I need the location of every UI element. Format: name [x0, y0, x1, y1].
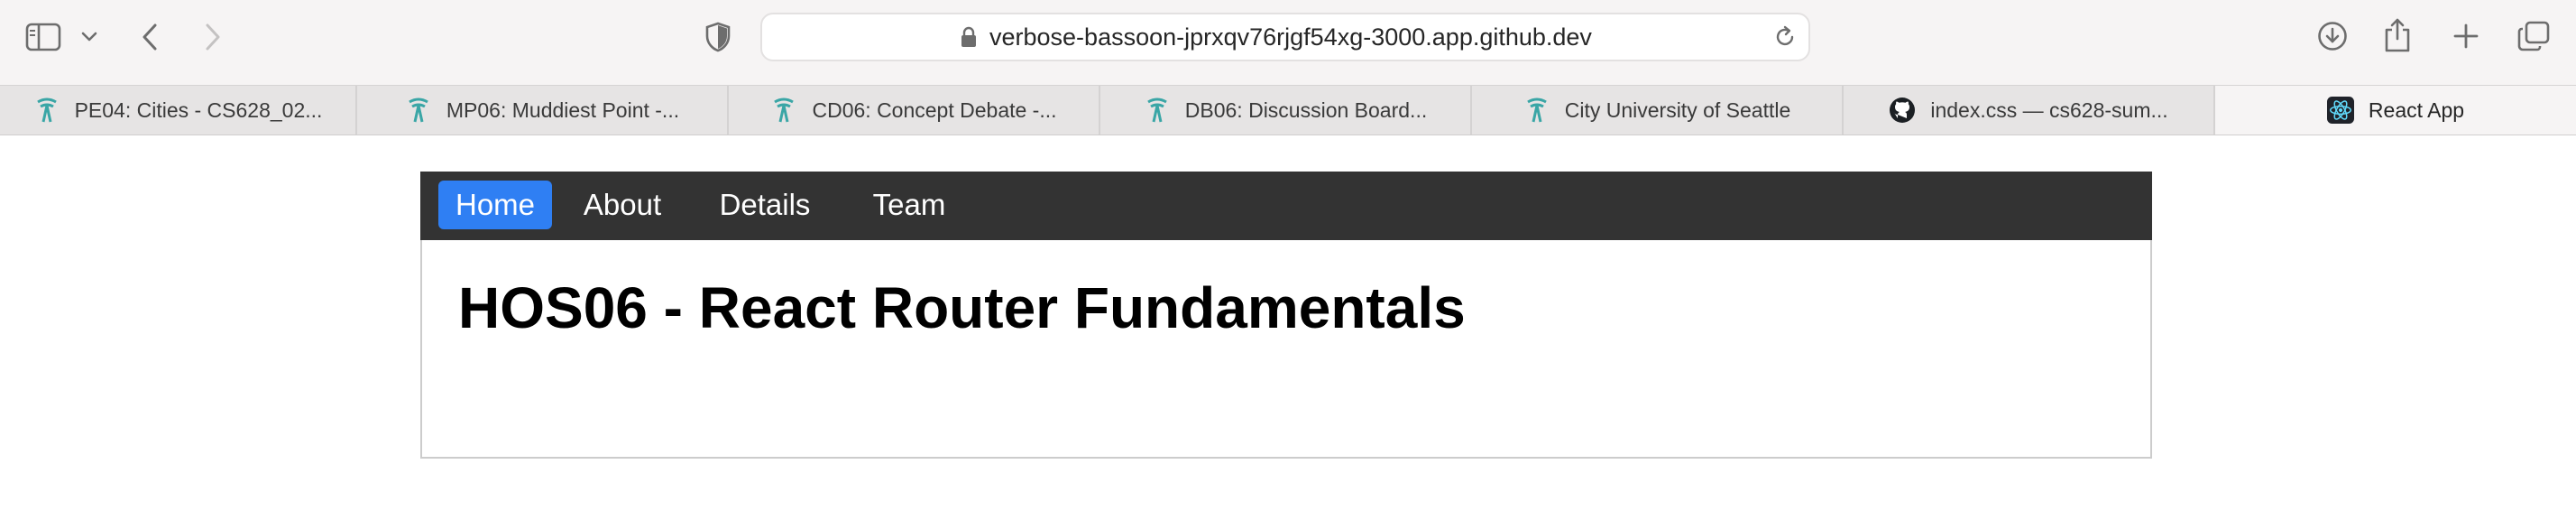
- tabs-overview-icon[interactable]: [2516, 20, 2551, 52]
- lock-icon: [961, 26, 977, 52]
- tab-mp06-muddiest-point[interactable]: MP06: Muddiest Point -...: [357, 86, 729, 135]
- chevron-down-icon[interactable]: [79, 29, 99, 45]
- tab-city-university-of-seattle[interactable]: City University of Seattle: [1472, 86, 1844, 135]
- tab-strip: PE04: Cities - CS628_02... MP06: Muddies…: [0, 85, 2576, 135]
- tab-react-app[interactable]: React App: [2215, 86, 2576, 135]
- navbar: Home About Details Team: [420, 172, 2152, 240]
- canvas-tower-icon: [1523, 97, 1550, 124]
- address-bar[interactable]: verbose-bassoon-jprxqv76rjgf54xg-3000.ap…: [760, 13, 1810, 61]
- url-text: verbose-bassoon-jprxqv76rjgf54xg-3000.ap…: [989, 23, 1592, 51]
- tab-cd06-concept-debate[interactable]: CD06: Concept Debate -...: [729, 86, 1100, 135]
- share-icon[interactable]: [2383, 16, 2412, 54]
- tab-label: index.css — cs628-sum...: [1930, 98, 2168, 122]
- tab-label: PE04: Cities - CS628_02...: [74, 98, 323, 122]
- tab-label: CD06: Concept Debate -...: [812, 98, 1057, 122]
- canvas-tower-icon: [770, 97, 797, 124]
- nav-home-link[interactable]: Home: [438, 181, 552, 229]
- download-icon[interactable]: [2316, 20, 2349, 52]
- app-container: Home About Details Team HOS06 - React Ro…: [420, 172, 2152, 459]
- canvas-tower-icon: [1144, 97, 1171, 124]
- forward-arrow-icon[interactable]: [202, 20, 224, 54]
- tab-label: DB06: Discussion Board...: [1184, 98, 1428, 122]
- tab-index-css[interactable]: index.css — cs628-sum...: [1844, 86, 2215, 135]
- tab-db06-discussion-board[interactable]: DB06: Discussion Board...: [1100, 86, 1472, 135]
- tab-pe04-cities[interactable]: PE04: Cities - CS628_02...: [0, 86, 357, 135]
- canvas-tower-icon: [405, 97, 432, 124]
- back-arrow-icon[interactable]: [139, 20, 161, 54]
- sidebar-icon[interactable]: [25, 22, 61, 52]
- page-title: HOS06 - React Router Fundamentals: [458, 275, 1466, 340]
- tab-label: React App: [2368, 98, 2465, 122]
- nav-about-link[interactable]: About: [575, 181, 669, 229]
- github-icon: [1889, 97, 1916, 124]
- browser-toolbar: verbose-bassoon-jprxqv76rjgf54xg-3000.ap…: [0, 0, 2576, 85]
- shield-icon[interactable]: [704, 20, 732, 54]
- plus-icon[interactable]: [2452, 22, 2480, 51]
- nav-team-link[interactable]: Team: [864, 181, 954, 229]
- canvas-tower-icon: [33, 97, 60, 124]
- tab-label: MP06: Muddiest Point -...: [446, 98, 680, 122]
- react-icon: [2326, 97, 2354, 124]
- reload-icon[interactable]: [1772, 24, 1798, 54]
- nav-details-link[interactable]: Details: [709, 181, 821, 229]
- tab-label: City University of Seattle: [1564, 98, 1791, 122]
